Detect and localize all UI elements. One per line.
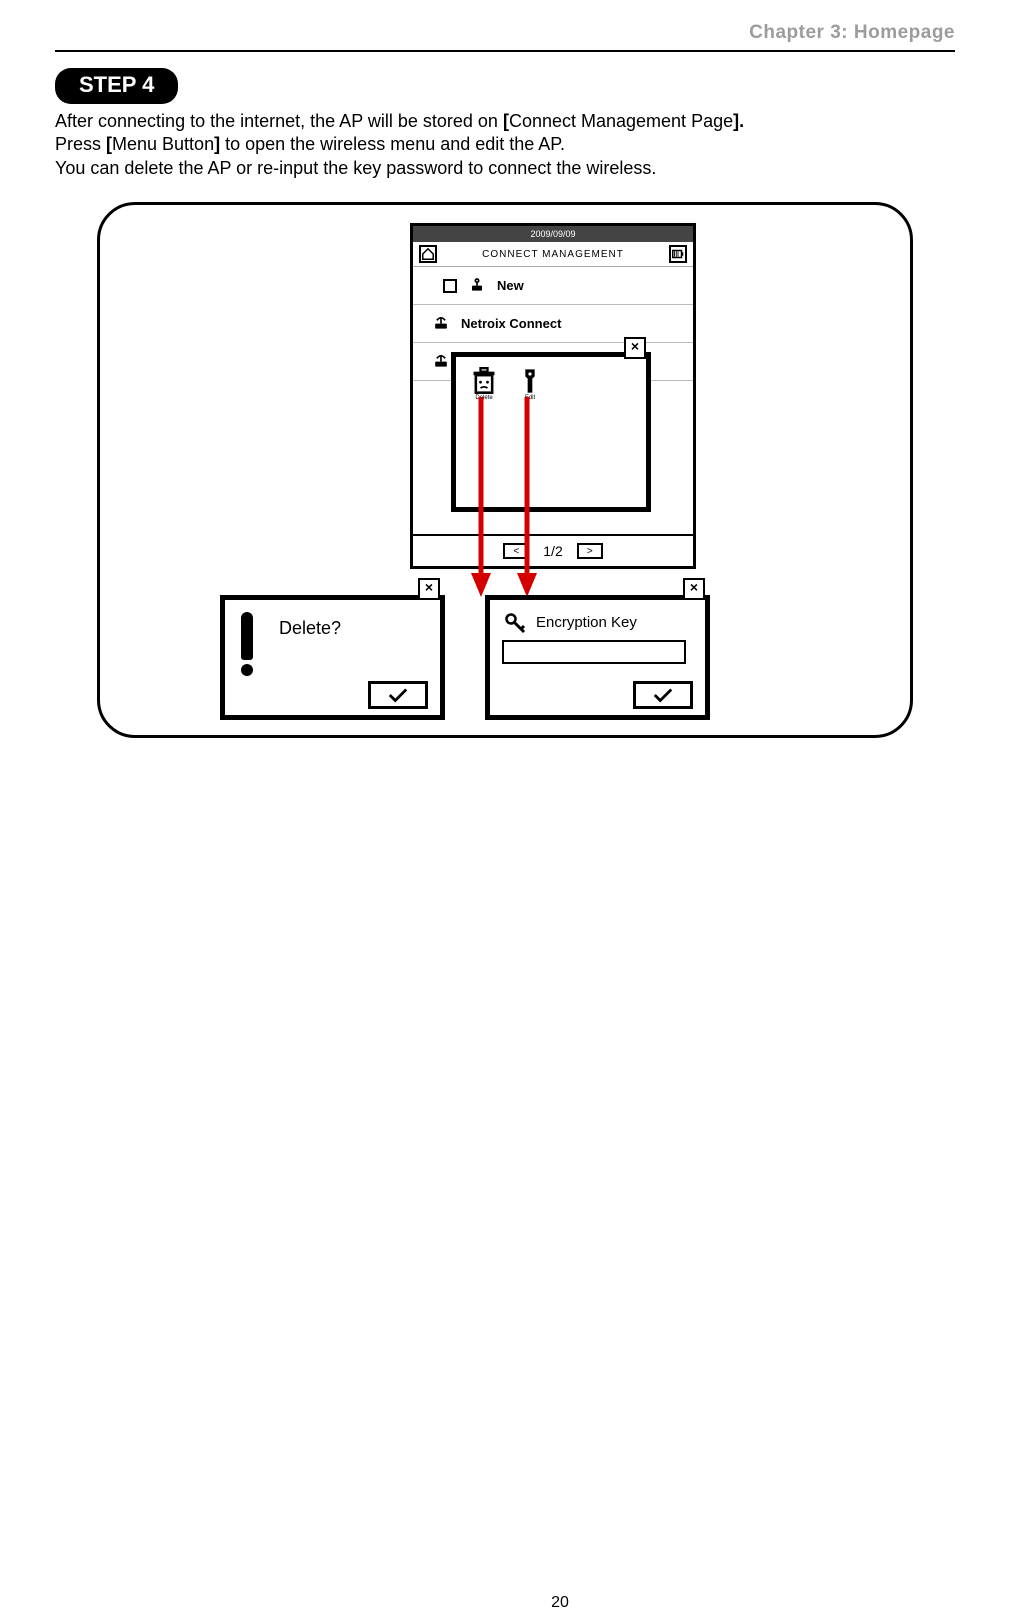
divider — [55, 50, 955, 52]
checkbox-icon[interactable] — [443, 279, 457, 293]
encryption-label: Encryption Key — [536, 614, 637, 631]
ap-row-new[interactable]: New — [413, 267, 693, 305]
arrow-edit — [517, 397, 537, 597]
chapter-header: Chapter 3: Homepage — [55, 18, 955, 50]
close-icon[interactable]: × — [683, 578, 705, 600]
ap-label: New — [497, 278, 524, 293]
figure-frame: 2009/09/09 CONNECT MANAGEMENT New — [97, 202, 913, 738]
encryption-key-input[interactable] — [502, 640, 686, 664]
ap-row-netroix[interactable]: Netroix Connect — [413, 305, 693, 343]
ok-button[interactable] — [368, 681, 428, 709]
pager-bar: < 1/2 > — [413, 534, 693, 566]
arrow-delete — [471, 397, 491, 597]
home-icon[interactable] — [419, 245, 437, 263]
delete-dialog: × Delete? — [220, 595, 445, 720]
instruction-text: After connecting to the internet, the AP… — [55, 110, 955, 180]
date-bar: 2009/09/09 — [413, 226, 693, 242]
menu-delete[interactable]: Delete — [470, 367, 498, 401]
close-icon[interactable]: × — [624, 337, 646, 359]
screen-title-row: CONNECT MANAGEMENT — [413, 242, 693, 267]
encryption-dialog: × Encryption Key — [485, 595, 710, 720]
ap-label: Netroix Connect — [461, 316, 561, 331]
delete-dialog-text: Delete? — [279, 618, 341, 639]
wifi-add-icon — [467, 274, 487, 297]
pager-text: 1/2 — [543, 543, 562, 559]
battery-icon — [669, 245, 687, 263]
wifi-icon — [431, 350, 451, 373]
exclamation-icon — [241, 612, 253, 676]
ok-button[interactable] — [633, 681, 693, 709]
step-badge: STEP 4 — [55, 68, 178, 104]
screen-title: CONNECT MANAGEMENT — [482, 249, 624, 260]
key-icon — [504, 612, 528, 641]
wifi-icon — [431, 312, 451, 335]
menu-edit[interactable]: Edit — [516, 367, 544, 401]
pager-next-button[interactable]: > — [577, 543, 603, 559]
page-number: 20 — [55, 1594, 1010, 1612]
device-screen: 2009/09/09 CONNECT MANAGEMENT New — [410, 223, 696, 569]
close-icon[interactable]: × — [418, 578, 440, 600]
